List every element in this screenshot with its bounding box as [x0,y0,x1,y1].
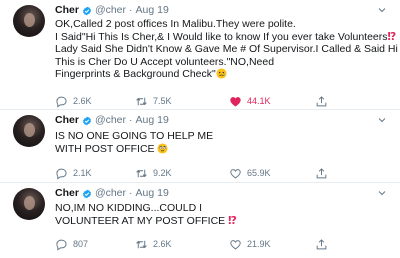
chevron-down-icon[interactable] [376,187,388,199]
heart-icon [230,239,241,250]
heart-icon [230,168,241,179]
like-count: 21.9K [247,239,271,249]
share-button[interactable] [315,166,333,180]
tweet-text: IS NO ONE GOING TO HELP ME WITH POST OFF… [55,130,390,155]
separator: · [129,187,133,199]
verified-badge-icon [82,6,91,15]
reply-button[interactable]: 2.6K [55,94,92,108]
share-button[interactable] [315,94,333,108]
like-count: 65.9K [247,168,271,178]
tweet-text: NO,IM NO KIDDING...COULD I VOLUNTEER AT … [55,202,390,227]
author-handle[interactable]: @cher [95,4,126,17]
avatar[interactable] [13,5,45,37]
retweet-count: 2.6K [153,239,172,249]
like-button[interactable]: 21.9K [229,237,271,251]
tweet-actions: 807 2.6K 21.9K [55,237,385,251]
share-button[interactable] [315,237,333,251]
disappointed-face-icon [216,68,227,79]
retweet-icon [136,169,147,177]
retweet-icon [136,97,147,105]
tweet-text-line: WITH POST OFFICE [55,143,390,156]
chevron-down-icon[interactable] [376,114,388,126]
tweet-text-line: Lady Said She Didn't Know & Gave Me # Of… [55,43,398,56]
tweet-header: Cher @cher · Aug 19 [55,114,169,127]
retweet-button[interactable]: 2.6K [135,237,172,251]
rolling-eyes-face-icon [157,143,169,154]
tweet-actions: 2.6K 7.5K 44.1K [55,94,385,108]
separator: · [129,4,133,16]
avatar[interactable] [13,115,45,147]
avatar[interactable] [13,188,45,220]
author-name[interactable]: Cher [55,4,79,17]
share-icon [316,95,327,106]
reply-icon [56,239,67,251]
reply-icon [56,96,67,108]
tweet-date[interactable]: Aug 19 [136,187,169,200]
tweet-header: Cher @cher · Aug 19 [55,4,169,17]
author-name[interactable]: Cher [55,187,79,200]
retweet-icon [136,240,147,248]
reply-button[interactable]: 807 [55,237,88,251]
share-icon [316,167,327,178]
reply-count: 807 [73,239,89,249]
tweet-date[interactable]: Aug 19 [136,4,169,17]
exclamation-question-icon: ⁉ [228,214,237,227]
tweet-text-line: Fingerprints & Background Check" [55,68,390,81]
tweet-actions: 2.1K 9.2K 65.9K [55,166,385,180]
tweet-text-line: NO,IM NO KIDDING...COULD I [55,202,203,214]
tweet-text: OK,Called 2 post offices In Malibu.They … [55,18,398,81]
share-icon [316,238,327,249]
chevron-down-icon[interactable] [376,4,388,16]
reply-count: 2.1K [73,168,92,178]
reply-button[interactable]: 2.1K [55,166,92,180]
retweet-button[interactable]: 7.5K [135,94,172,108]
tweet-text-line: VOLUNTEER AT MY POST OFFICE ⁉ [55,214,237,227]
tweet-date[interactable]: Aug 19 [136,114,169,127]
separator: · [129,114,133,126]
tweet-feed: Cher @cher · Aug 19 OK,Called 2 post off… [0,0,400,258]
tweet[interactable]: Cher @cher · Aug 19 IS NO ONE GOING TO H… [0,110,400,183]
heart-icon [230,96,241,106]
tweet-text-line: OK,Called 2 post offices In Malibu.They … [55,18,296,30]
verified-badge-icon [82,116,91,125]
retweet-count: 7.5K [153,96,172,106]
author-handle[interactable]: @cher [95,114,126,127]
tweet-text-line: I Said"Hi This Is Cher,& I Would like to… [55,30,397,43]
exclamation-question-icon: ⁉ [387,30,397,43]
tweet[interactable]: Cher @cher · Aug 19 NO,IM NO KIDDING...C… [0,183,400,258]
author-handle[interactable]: @cher [95,187,126,200]
reply-count: 2.6K [73,96,92,106]
retweet-count: 9.2K [153,168,172,178]
retweet-button[interactable]: 9.2K [135,166,172,180]
reply-icon [56,168,67,180]
like-button[interactable]: 44.1K [229,94,271,108]
verified-badge-icon [82,189,91,198]
like-count: 44.1K [247,96,271,106]
tweet-text-line: This is Cher Do U Accept volunteers."NO,… [55,55,275,68]
like-button[interactable]: 65.9K [229,166,271,180]
tweet-header: Cher @cher · Aug 19 [55,187,169,200]
tweet[interactable]: Cher @cher · Aug 19 OK,Called 2 post off… [0,0,400,110]
author-name[interactable]: Cher [55,114,79,127]
tweet-text-line: IS NO ONE GOING TO HELP ME [55,130,214,142]
